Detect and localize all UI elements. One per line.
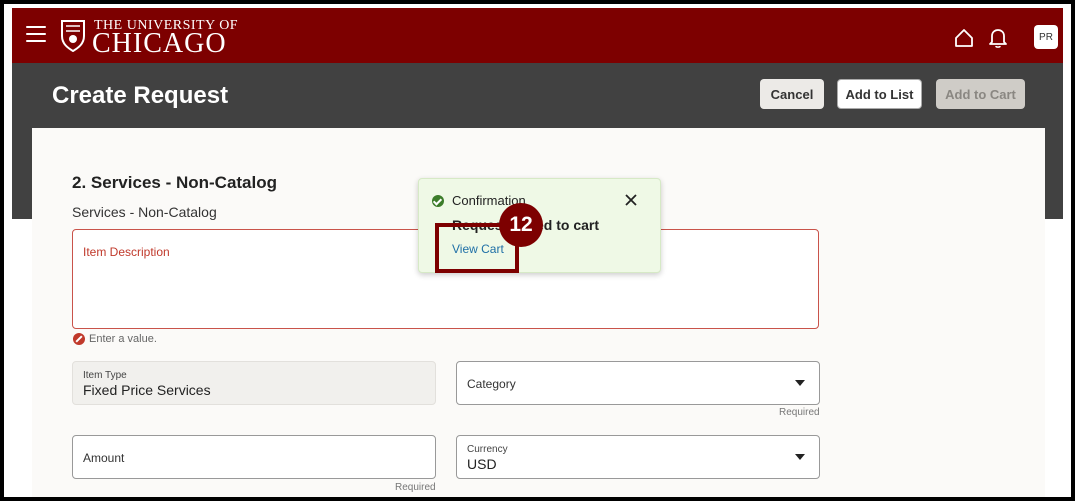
item-type-label: Item Type xyxy=(83,370,127,381)
item-type-field: Item Type Fixed Price Services xyxy=(72,361,436,405)
amount-input[interactable]: Amount xyxy=(72,435,436,479)
app-frame: THE UNIVERSITY OF CHICAGO PR Create Requ… xyxy=(4,4,1071,497)
error-message: Enter a value. xyxy=(89,333,157,345)
close-icon[interactable] xyxy=(624,193,638,207)
chevron-down-icon[interactable] xyxy=(795,380,805,386)
chevron-down-icon[interactable] xyxy=(795,454,805,460)
item-type-value: Fixed Price Services xyxy=(83,382,211,398)
home-icon[interactable] xyxy=(954,28,974,48)
category-label: Category xyxy=(467,377,516,391)
add-to-list-button[interactable]: Add to List xyxy=(837,79,922,109)
bell-icon[interactable] xyxy=(988,27,1008,49)
amount-required-text: Required xyxy=(395,482,436,493)
hamburger-menu-icon[interactable] xyxy=(26,26,46,42)
add-to-cart-button[interactable]: Add to Cart xyxy=(936,79,1025,109)
currency-label: Currency xyxy=(467,444,508,455)
currency-select[interactable]: Currency USD xyxy=(456,435,820,479)
university-shield-icon xyxy=(61,20,85,52)
amount-label: Amount xyxy=(83,451,125,465)
cancel-button[interactable]: Cancel xyxy=(760,79,824,109)
check-circle-icon xyxy=(432,195,444,207)
logo-text-main: CHICAGO xyxy=(92,28,227,59)
section-title: 2. Services - Non-Catalog xyxy=(72,173,278,192)
currency-value: USD xyxy=(467,456,497,472)
item-description-label: Item Description xyxy=(83,245,170,259)
section-subtitle: Services - Non-Catalog xyxy=(72,204,217,220)
page-title: Create Request xyxy=(52,82,229,109)
top-bar: THE UNIVERSITY OF CHICAGO PR xyxy=(12,8,1063,63)
category-select[interactable]: Category xyxy=(456,361,820,405)
user-avatar[interactable]: PR xyxy=(1034,25,1058,49)
error-icon xyxy=(73,333,85,345)
category-required-text: Required xyxy=(779,407,820,418)
step-number-badge: 12 xyxy=(499,203,543,247)
